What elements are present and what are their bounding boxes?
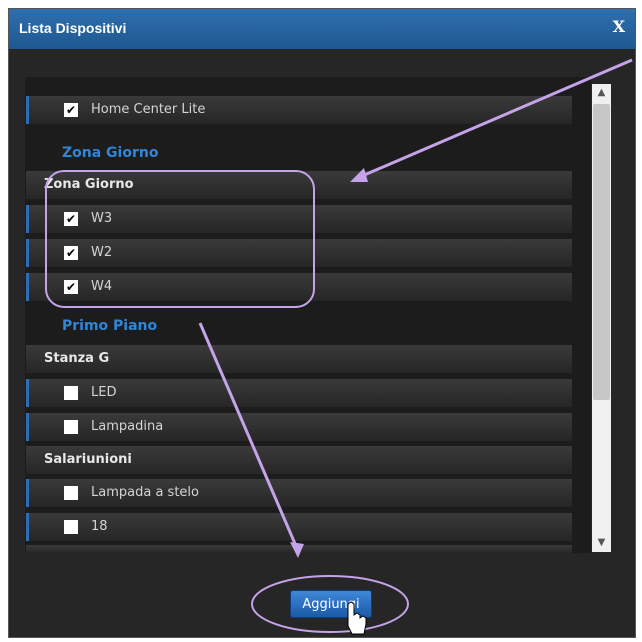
checkbox-checked-icon[interactable]: ✔: [64, 212, 78, 226]
room-label: Salariunioni: [44, 452, 132, 467]
list-scrollbar[interactable]: ▲ ▼: [592, 84, 611, 552]
list-item-home-center-lite[interactable]: ✔ Home Center Lite: [26, 96, 572, 124]
room-header-salariunioni: Salariunioni: [26, 446, 572, 474]
device-label: Home Center Lite: [91, 102, 206, 117]
list-item-w3[interactable]: ✔ W3: [26, 205, 572, 233]
room-label: Stanza G: [44, 351, 110, 366]
list-item-lampada-a-stelo[interactable]: Lampada a stelo: [26, 479, 572, 507]
checkbox-checked-icon[interactable]: ✔: [64, 280, 78, 294]
room-header-stanza-g: Stanza G: [26, 345, 572, 373]
room-label: Zona Giorno: [44, 177, 134, 192]
add-button[interactable]: Aggiungi: [290, 590, 372, 618]
close-button[interactable]: X: [613, 17, 625, 36]
checkbox-checked-icon[interactable]: ✔: [64, 103, 78, 117]
room-header-zona-giorno: Zona Giorno: [26, 171, 572, 199]
device-label: LED: [91, 385, 117, 400]
scroll-down-icon[interactable]: ▼: [592, 534, 611, 552]
device-label: W3: [91, 211, 113, 226]
list-item-led[interactable]: LED: [26, 379, 572, 407]
device-label: W2: [91, 245, 113, 260]
checkbox-unchecked-icon[interactable]: [64, 520, 78, 534]
list-item-18[interactable]: 18: [26, 513, 572, 541]
checkbox-unchecked-icon[interactable]: [64, 486, 78, 500]
dialog-title: Lista Dispositivi: [19, 20, 127, 36]
room-header-partial: [26, 545, 572, 553]
device-label: Lampada a stelo: [91, 485, 199, 500]
list-item-w2[interactable]: ✔ W2: [26, 239, 572, 267]
list-item-lampadina[interactable]: Lampadina: [26, 413, 572, 441]
device-label: W4: [91, 279, 113, 294]
scroll-up-icon[interactable]: ▲: [592, 84, 611, 102]
zone-heading-primo-piano: Primo Piano: [62, 318, 158, 334]
checkbox-unchecked-icon[interactable]: [64, 386, 78, 400]
scrollbar-thumb[interactable]: [593, 104, 610, 400]
zone-heading-zona-giorno: Zona Giorno: [62, 145, 159, 161]
checkbox-unchecked-icon[interactable]: [64, 420, 78, 434]
device-label: 18: [91, 519, 108, 534]
list-item-w4[interactable]: ✔ W4: [26, 273, 572, 301]
device-label: Lampadina: [91, 419, 164, 434]
checkbox-checked-icon[interactable]: ✔: [64, 246, 78, 260]
dialog-titlebar: Lista Dispositivi X: [9, 9, 635, 49]
